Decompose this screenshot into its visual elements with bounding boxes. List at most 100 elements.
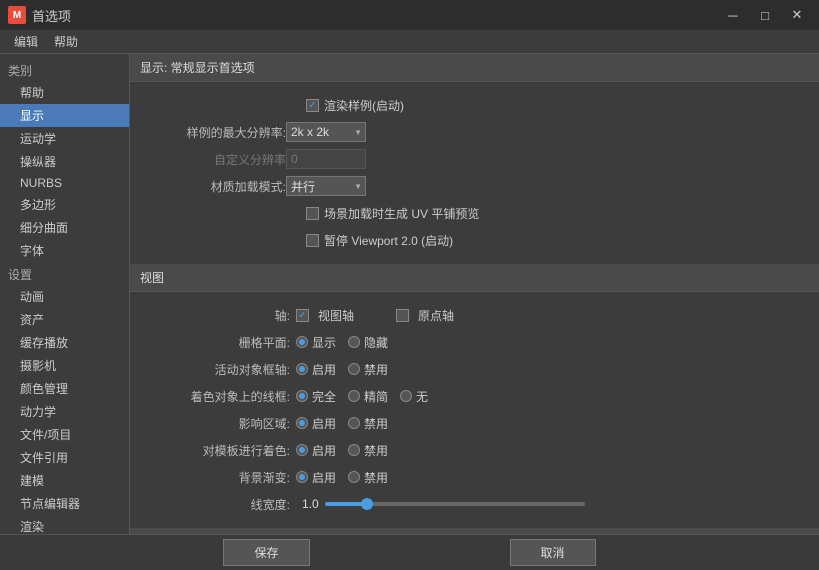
viewport-pause-checkbox[interactable] [306,234,319,247]
sidebar-item-nurbs[interactable]: NURBS [0,173,129,193]
render-preview-label: 渲染样例(启动) [324,97,404,114]
disable-option[interactable]: 禁用 [348,361,388,378]
influence-radio-group: 启用 禁用 [296,415,388,432]
custom-resolution-row: 自定义分辨率 [146,148,803,170]
none-radio[interactable] [400,390,412,402]
sidebar-item-dynamics[interactable]: 动力学 [0,400,129,423]
sidebar-item-animation[interactable]: 动画 [0,285,129,308]
material-load-label: 材质加载模式: [146,178,286,195]
sidebar-item-fileref[interactable]: 文件引用 [0,446,129,469]
show-radio[interactable] [296,336,308,348]
sidebar-item-manipulator[interactable]: 操纵器 [0,150,129,173]
simple-option[interactable]: 精简 [348,388,388,405]
simple-radio[interactable] [348,390,360,402]
max-resolution-row: 样例的最大分辨率: 2k x 2k [146,121,803,143]
view-axis-option[interactable]: 视图轴 [296,307,354,324]
hide-label: 隐藏 [364,334,388,351]
menu-help[interactable]: 帮助 [46,31,86,52]
fog-enable-option[interactable]: 启用 [296,469,336,486]
sidebar-item-camera[interactable]: 摄影机 [0,354,129,377]
sidebar-item-display[interactable]: 显示 [0,104,129,127]
grid-plane-row: 栅格平面: 显示 隐藏 [146,331,803,353]
hide-option[interactable]: 隐藏 [348,334,388,351]
simple-label: 精简 [364,388,388,405]
influence-disable-label: 禁用 [364,415,388,432]
fog-radio-group: 启用 禁用 [296,469,388,486]
content-area: 显示: 常规显示首选项 渲染样例(启动) 样例的最大分辨率: 2k x 2k 自… [130,54,819,534]
menu-edit[interactable]: 编辑 [6,31,46,52]
sidebar-item-rendering[interactable]: 渲染 [0,515,129,534]
line-width-slider-track[interactable] [325,502,585,506]
none-label: 无 [416,388,428,405]
sidebar-item-color[interactable]: 颜色管理 [0,377,129,400]
full-radio[interactable] [296,390,308,402]
maximize-button[interactable]: □ [751,5,779,25]
view-block: 轴: 视图轴 原点轴 栅格平面: [130,300,819,528]
bottom-bar: 保存 取消 [0,534,819,570]
influence-disable-option[interactable]: 禁用 [348,415,388,432]
grid-plane-label: 栅格平面: [146,334,296,351]
axis-row: 轴: 视图轴 原点轴 [146,304,803,326]
title-bar: M 首选项 ─ □ ✕ [0,0,819,30]
cancel-button[interactable]: 取消 [510,539,596,566]
templating-enable-option[interactable]: 启用 [296,442,336,459]
save-button[interactable]: 保存 [223,539,309,566]
render-preview-checkbox[interactable] [306,99,319,112]
max-resolution-dropdown[interactable]: 2k x 2k [286,122,366,142]
show-option[interactable]: 显示 [296,334,336,351]
hide-radio[interactable] [348,336,360,348]
active-object-radio-group: 启用 禁用 [296,361,388,378]
sidebar-item-subdivision[interactable]: 细分曲面 [0,216,129,239]
enable-label: 启用 [312,361,336,378]
influence-enable-option[interactable]: 启用 [296,415,336,432]
render-preview-block: 渲染样例(启动) 样例的最大分辨率: 2k x 2k 自定义分辨率 材质加载模式… [130,90,819,264]
enable-radio[interactable] [296,363,308,375]
material-load-row: 材质加载模式: 并行 [146,175,803,197]
sidebar: 类别 帮助 显示 运动学 操纵器 NURBS 多边形 细分曲面 字体 设置 动画… [0,54,130,534]
influence-enable-label: 启用 [312,415,336,432]
enable-option[interactable]: 启用 [296,361,336,378]
origin-axis-option[interactable]: 原点轴 [396,307,454,324]
fog-disable-option[interactable]: 禁用 [348,469,388,486]
active-object-row: 活动对象框轴: 启用 禁用 [146,358,803,380]
sidebar-item-nodeeditor[interactable]: 节点编辑器 [0,492,129,515]
fog-disable-label: 禁用 [364,469,388,486]
templating-disable-option[interactable]: 禁用 [348,442,388,459]
uv-preview-row: 场景加载时生成 UV 平铺预览 [306,202,803,224]
uv-preview-label: 场景加载时生成 UV 平铺预览 [324,205,479,222]
origin-axis-label: 原点轴 [418,307,454,324]
sidebar-section-category: 类别 [0,58,129,81]
influence-enable-radio[interactable] [296,417,308,429]
line-width-slider-container [325,502,585,506]
fog-disable-radio[interactable] [348,471,360,483]
sidebar-section-settings: 设置 [0,262,129,285]
view-axis-checkbox[interactable] [296,309,309,322]
templating-label: 对模板进行着色: [146,442,296,459]
line-width-slider-thumb[interactable] [361,498,373,510]
templating-disable-radio[interactable] [348,444,360,456]
sidebar-item-playback[interactable]: 缓存播放 [0,331,129,354]
templating-enable-radio[interactable] [296,444,308,456]
close-button[interactable]: ✕ [783,5,811,25]
disable-radio[interactable] [348,363,360,375]
uv-preview-checkbox[interactable] [306,207,319,220]
minimize-button[interactable]: ─ [719,5,747,25]
sidebar-item-help[interactable]: 帮助 [0,81,129,104]
viewport-pause-row: 暂停 Viewport 2.0 (启动) [306,229,803,251]
none-option[interactable]: 无 [400,388,428,405]
sidebar-item-polygon[interactable]: 多边形 [0,193,129,216]
wireframe-radio-group: 完全 精简 无 [296,388,428,405]
fog-enable-radio[interactable] [296,471,308,483]
sidebar-item-motion[interactable]: 运动学 [0,127,129,150]
axis-label: 轴: [146,307,296,324]
sidebar-item-fileproject[interactable]: 文件/项目 [0,423,129,446]
origin-axis-checkbox[interactable] [396,309,409,322]
sidebar-item-assets[interactable]: 资产 [0,308,129,331]
full-option[interactable]: 完全 [296,388,336,405]
viewport20-section-header: Viewport 2.0 [130,528,819,534]
influence-disable-radio[interactable] [348,417,360,429]
viewport-pause-label: 暂停 Viewport 2.0 (启动) [324,232,453,249]
sidebar-item-modeling[interactable]: 建模 [0,469,129,492]
material-load-dropdown[interactable]: 并行 [286,176,366,196]
sidebar-item-font[interactable]: 字体 [0,239,129,262]
